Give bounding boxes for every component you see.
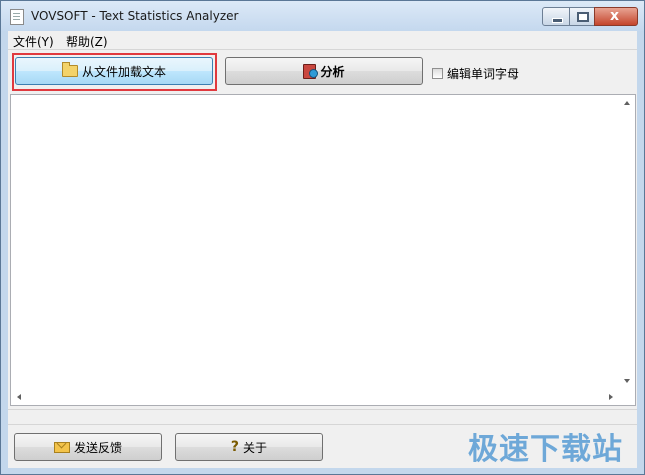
text-input-area[interactable] [10,94,636,406]
scroll-up-icon[interactable] [624,101,630,105]
send-feedback-label: 发送反馈 [73,440,122,455]
minimize-icon [552,18,563,23]
status-bar [8,409,637,425]
analyze-label: 分析 [320,64,345,79]
client-area: 文件(Y) 帮助(Z) 从文件加载文本 分析 编辑单词字母 发送反馈 ? 关于 … [8,31,637,468]
folder-icon [61,62,78,77]
minimize-button[interactable] [542,7,570,26]
load-from-file-label: 从文件加载文本 [81,64,166,79]
analyze-button[interactable]: 分析 [225,57,423,85]
watermark-logo: 极速下载站 [468,432,623,467]
app-document-icon[interactable] [10,9,24,25]
menu-divider [8,49,637,50]
help-icon: ? [230,439,240,455]
load-from-file-button[interactable]: 从文件加载文本 [15,57,213,85]
send-feedback-button[interactable]: 发送反馈 [14,433,162,461]
window-title: VOVSOFT - Text Statistics Analyzer [31,9,239,23]
edit-letters-option[interactable]: 编辑单词字母 [432,65,519,82]
close-button[interactable]: x [594,7,638,26]
horizontal-scrollbar[interactable] [11,389,619,405]
edit-letters-label: 编辑单词字母 [447,67,520,81]
vertical-scrollbar[interactable] [619,95,635,389]
mail-icon [53,441,70,453]
edit-letters-checkbox[interactable] [432,68,443,79]
scroll-left-icon[interactable] [17,394,21,400]
about-label: 关于 [243,440,268,455]
menu-bar: 文件(Y) 帮助(Z) [8,31,637,49]
maximize-icon [577,12,589,22]
close-icon: x [610,8,620,24]
caption-buttons: x [542,7,638,26]
about-button[interactable]: ? 关于 [175,433,323,461]
menu-file[interactable]: 文件(Y) [13,33,54,50]
title-bar[interactable]: VOVSOFT - Text Statistics Analyzer x [1,1,644,31]
book-icon [303,63,319,79]
maximize-button[interactable] [569,7,595,26]
menu-help[interactable]: 帮助(Z) [66,33,108,50]
scroll-down-icon[interactable] [624,379,630,383]
app-window: VOVSOFT - Text Statistics Analyzer x 文件(… [0,0,645,475]
scroll-right-icon[interactable] [609,394,613,400]
